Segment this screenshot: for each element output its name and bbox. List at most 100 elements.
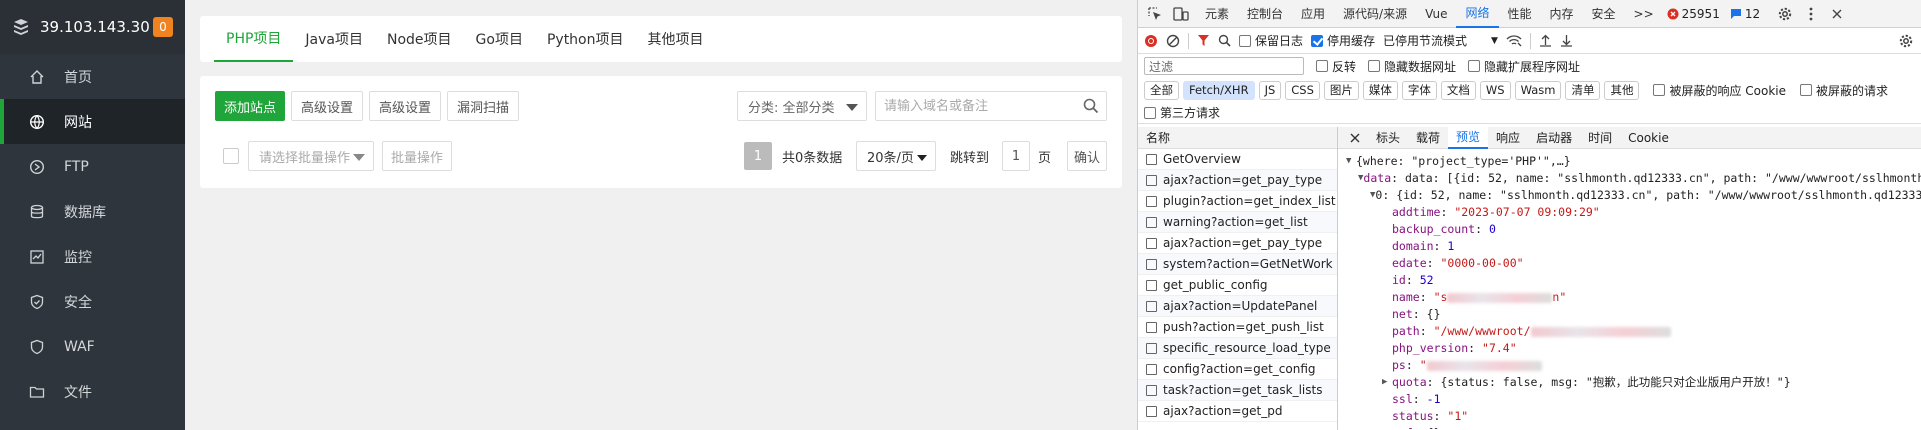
json-data[interactable]: ▼ data: data: [{id: 52, name: "sslhmonth.… [1346, 170, 1921, 187]
blocked-requests-checkbox[interactable]: 被屏蔽的请求 [1800, 82, 1888, 99]
tab-response[interactable]: 响应 [1488, 127, 1528, 149]
tab-cookies[interactable]: Cookie [1620, 127, 1677, 149]
tab-node-project[interactable]: Node项目 [375, 16, 464, 62]
name-column-header[interactable]: 名称 [1138, 127, 1337, 149]
settings-gear-icon[interactable] [1774, 3, 1796, 25]
record-stop-icon[interactable] [1144, 34, 1158, 48]
tab-performance[interactable]: 性能 [1499, 0, 1541, 28]
import-har-icon[interactable] [1539, 34, 1552, 47]
tab-other-project[interactable]: 其他项目 [636, 16, 716, 62]
tab-console[interactable]: 控制台 [1238, 0, 1292, 28]
tab-elements[interactable]: 元素 [1196, 0, 1238, 28]
type-all[interactable]: 全部 [1144, 80, 1179, 100]
vuln-scan-button[interactable]: 漏洞扫描 [447, 91, 519, 121]
tab-initiator[interactable]: 启动器 [1528, 127, 1580, 149]
tab-go-project[interactable]: Go项目 [464, 16, 535, 62]
request-row[interactable]: task?action=get_task_lists [1138, 380, 1337, 401]
type-other[interactable]: 其他 [1604, 80, 1640, 100]
tab-application[interactable]: 应用 [1292, 0, 1334, 28]
advanced-settings-button[interactable]: 高级设置 [291, 91, 363, 121]
throttle-select[interactable]: 已停用节流模式 ▼ [1383, 32, 1498, 49]
request-row[interactable]: get_public_config [1138, 275, 1337, 296]
close-icon[interactable] [1826, 3, 1848, 25]
export-har-icon[interactable] [1560, 34, 1573, 47]
invert-checkbox[interactable]: 反转 [1316, 58, 1356, 75]
sidebar-item-waf[interactable]: WAF [0, 324, 185, 369]
sidebar-item-security[interactable]: 安全 [0, 279, 185, 324]
hide-ext-urls-checkbox[interactable]: 隐藏扩展程序网址 [1468, 58, 1580, 75]
type-fetch-xhr[interactable]: Fetch/XHR [1183, 80, 1255, 100]
jump-page-input[interactable]: 1 [1002, 141, 1030, 171]
sidebar-item-database[interactable]: 数据库 [0, 189, 185, 234]
hide-data-urls-checkbox[interactable]: 隐藏数据网址 [1368, 58, 1456, 75]
request-row[interactable]: ajax?action=UpdatePanel [1138, 296, 1337, 317]
json-quota[interactable]: ▶ quota: {status: false, msg: "抱歉，此功能只对企业… [1346, 374, 1921, 391]
sidebar-item-website[interactable]: 网站 [0, 99, 185, 144]
error-counter[interactable]: 25951 [1667, 7, 1720, 21]
pager-current-page[interactable]: 1 [744, 142, 772, 170]
type-font[interactable]: 字体 [1401, 80, 1437, 100]
message-counter[interactable]: 12 [1730, 7, 1760, 21]
request-row[interactable]: system?action=GetNetWork [1138, 254, 1337, 275]
jump-confirm-button[interactable]: 确认 [1067, 141, 1107, 171]
per-page-select[interactable]: 20条/页 [856, 141, 936, 171]
advanced-settings-button-2[interactable]: 高级设置 [369, 91, 441, 121]
tab-php-project[interactable]: PHP项目 [214, 16, 294, 62]
tab-timing[interactable]: 时间 [1580, 127, 1620, 149]
sidebar-item-monitor[interactable]: 监控 [0, 234, 185, 279]
add-site-button[interactable]: 添加站点 [215, 91, 285, 121]
site-search-input[interactable] [875, 91, 1107, 121]
sidebar-item-files[interactable]: 文件 [0, 369, 185, 414]
blocked-cookies-checkbox[interactable]: 被屏蔽的响应 Cookie [1653, 82, 1786, 99]
batch-operation-select[interactable]: 请选择批量操作 [248, 141, 374, 171]
more-options-icon[interactable] [1800, 3, 1822, 25]
network-settings-gear-icon[interactable] [1899, 34, 1913, 48]
disable-cache-checkbox[interactable]: 停用缓存 [1311, 32, 1375, 49]
sidebar-item-ftp[interactable]: FTP [0, 144, 185, 189]
search-icon[interactable] [1083, 98, 1099, 114]
tab-python-project[interactable]: Python项目 [535, 16, 636, 62]
json-item-0[interactable]: ▼ 0: {id: 52, name: "sslhmonth.qd12333.cn… [1346, 187, 1921, 204]
search-icon[interactable] [1218, 34, 1231, 47]
type-ws[interactable]: WS [1479, 80, 1511, 100]
server-ip[interactable]: 39.103.143.30 [40, 18, 153, 36]
request-row[interactable]: ajax?action=get_pay_type [1138, 233, 1337, 254]
type-manifest[interactable]: 清单 [1565, 80, 1601, 100]
batch-operation-button[interactable]: 批量操作 [382, 141, 452, 171]
request-row[interactable]: plugin?action=get_index_list [1138, 191, 1337, 212]
tab-headers[interactable]: 标头 [1368, 127, 1408, 149]
request-row[interactable]: ajax?action=get_pay_type [1138, 170, 1337, 191]
request-row[interactable]: warning?action=get_list [1138, 212, 1337, 233]
request-row[interactable]: config?action=get_config [1138, 359, 1337, 380]
request-row[interactable]: push?action=get_push_list [1138, 317, 1337, 338]
tab-java-project[interactable]: Java项目 [293, 16, 375, 62]
tab-sources[interactable]: 源代码/来源 [1334, 0, 1416, 28]
close-detail-icon[interactable] [1350, 133, 1360, 143]
type-img[interactable]: 图片 [1323, 80, 1359, 100]
more-tabs-button[interactable]: >> [1625, 0, 1663, 28]
type-doc[interactable]: 文档 [1440, 80, 1476, 100]
type-css[interactable]: CSS [1285, 80, 1320, 100]
sidebar-item-home[interactable]: 首页 [0, 54, 185, 99]
filter-icon[interactable] [1197, 34, 1210, 47]
json-root[interactable]: ▼ {where: "project_type='PHP'",…} [1346, 153, 1921, 170]
request-row[interactable]: GetOverview [1138, 149, 1337, 170]
type-js[interactable]: JS [1258, 80, 1282, 100]
tab-vue[interactable]: Vue [1416, 0, 1456, 28]
tab-preview[interactable]: 预览 [1448, 126, 1489, 149]
tab-network[interactable]: 网络 [1456, 0, 1499, 28]
type-media[interactable]: 媒体 [1362, 80, 1398, 100]
device-toolbar-icon[interactable] [1170, 3, 1192, 25]
category-select[interactable]: 分类: 全部分类 [737, 91, 867, 121]
clear-icon[interactable] [1166, 34, 1180, 48]
preserve-log-checkbox[interactable]: 保留日志 [1239, 32, 1303, 49]
request-row[interactable]: ajax?action=get_pd [1138, 401, 1337, 422]
tab-memory[interactable]: 内存 [1541, 0, 1583, 28]
inspect-element-icon[interactable] [1144, 3, 1166, 25]
filter-input[interactable]: 过滤 [1144, 57, 1304, 75]
tab-payload[interactable]: 载荷 [1408, 127, 1448, 149]
tab-security[interactable]: 安全 [1583, 0, 1625, 28]
type-wasm[interactable]: Wasm [1514, 80, 1562, 100]
third-party-checkbox[interactable]: 第三方请求 [1144, 104, 1220, 121]
select-all-checkbox[interactable] [223, 148, 239, 164]
